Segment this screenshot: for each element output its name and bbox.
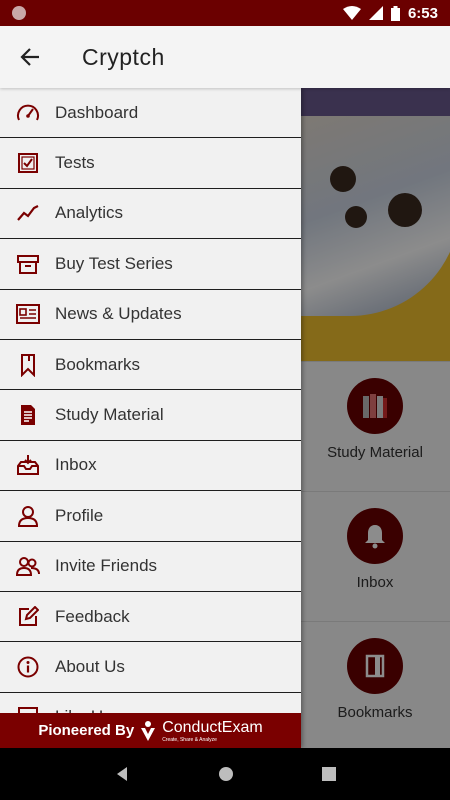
drawer-item-tests[interactable]: Tests <box>0 138 301 189</box>
app-bar: Cryptch <box>0 26 450 88</box>
drawer-item-dashboard[interactable]: Dashboard <box>0 88 301 139</box>
footer-brand: ConductExam <box>162 718 263 736</box>
nav-recents-icon[interactable] <box>322 767 336 781</box>
status-bar: 6:53 <box>0 0 450 26</box>
arrow-back-icon <box>20 48 39 66</box>
drawer-item-label: Feedback <box>55 606 130 626</box>
bookmark-icon <box>0 340 55 390</box>
info-icon <box>0 642 55 692</box>
nav-home-icon[interactable] <box>218 766 234 782</box>
drawer-item-news-updates[interactable]: News & Updates <box>0 290 301 340</box>
status-time: 6:53 <box>407 4 438 22</box>
back-button[interactable] <box>0 26 60 88</box>
drawer-item-label: Buy Test Series <box>55 253 173 273</box>
drawer-item-label: Tests <box>55 153 95 173</box>
person-icon <box>0 491 55 541</box>
cart-box-icon <box>0 239 55 289</box>
news-icon <box>0 289 55 339</box>
notification-dot-icon <box>12 6 26 20</box>
battery-icon <box>390 5 400 21</box>
drawer-item-label: Profile <box>55 505 104 525</box>
drawer-item-label: Inbox <box>55 455 97 475</box>
drawer-item-inbox[interactable]: Inbox <box>0 440 301 492</box>
footer-pioneered-by: Pioneered By <box>38 722 135 739</box>
document-icon <box>0 390 55 440</box>
wifi-icon <box>342 6 361 20</box>
drawer-item-profile[interactable]: Profile <box>0 491 301 542</box>
drawer-item-bookmarks[interactable]: Bookmarks <box>0 340 301 391</box>
pencil-edit-icon <box>0 592 55 642</box>
inbox-icon <box>0 440 55 490</box>
drawer-item-invite-friends[interactable]: Invite Friends <box>0 542 301 592</box>
nav-back-icon[interactable] <box>114 766 130 782</box>
drawer-item-label: Study Material <box>55 405 164 425</box>
app-title: Cryptch <box>82 43 165 70</box>
drawer-item-label: Bookmarks <box>55 354 141 374</box>
drawer-item-label: News & Updates <box>55 304 182 324</box>
drawer-item-feedback[interactable]: Feedback <box>0 592 301 643</box>
drawer-footer: Pioneered By ConductExam Create, Share &… <box>0 713 301 748</box>
footer-tagline: Create, Share & Analyze <box>162 736 217 743</box>
drawer-item-label: About Us <box>55 656 125 676</box>
drawer-item-buy-test-series[interactable]: Buy Test Series <box>0 239 301 290</box>
drawer-item-label: Invite Friends <box>55 556 158 576</box>
drawer-item-study-material[interactable]: Study Material <box>0 390 301 441</box>
navigation-drawer: Dashboard Tests Analytics Buy Test Serie… <box>0 88 301 748</box>
checklist-icon <box>0 138 55 188</box>
speedometer-icon <box>0 88 55 138</box>
trend-line-icon <box>0 188 55 238</box>
drawer-item-analytics[interactable]: Analytics <box>0 188 301 240</box>
app-screen: Study Material Inbox Bookmarks Cryptch D… <box>0 26 450 748</box>
drawer-item-label: Dashboard <box>55 102 139 122</box>
cell-signal-icon <box>368 6 383 20</box>
footer-brand-block: ConductExam Create, Share & Analyze <box>162 719 263 743</box>
people-icon <box>0 541 55 591</box>
drawer-item-about-us[interactable]: About Us <box>0 642 301 693</box>
system-navigation-bar <box>0 748 450 800</box>
drawer-item-label: Analytics <box>55 203 124 223</box>
conductexam-logo-icon <box>141 720 156 741</box>
